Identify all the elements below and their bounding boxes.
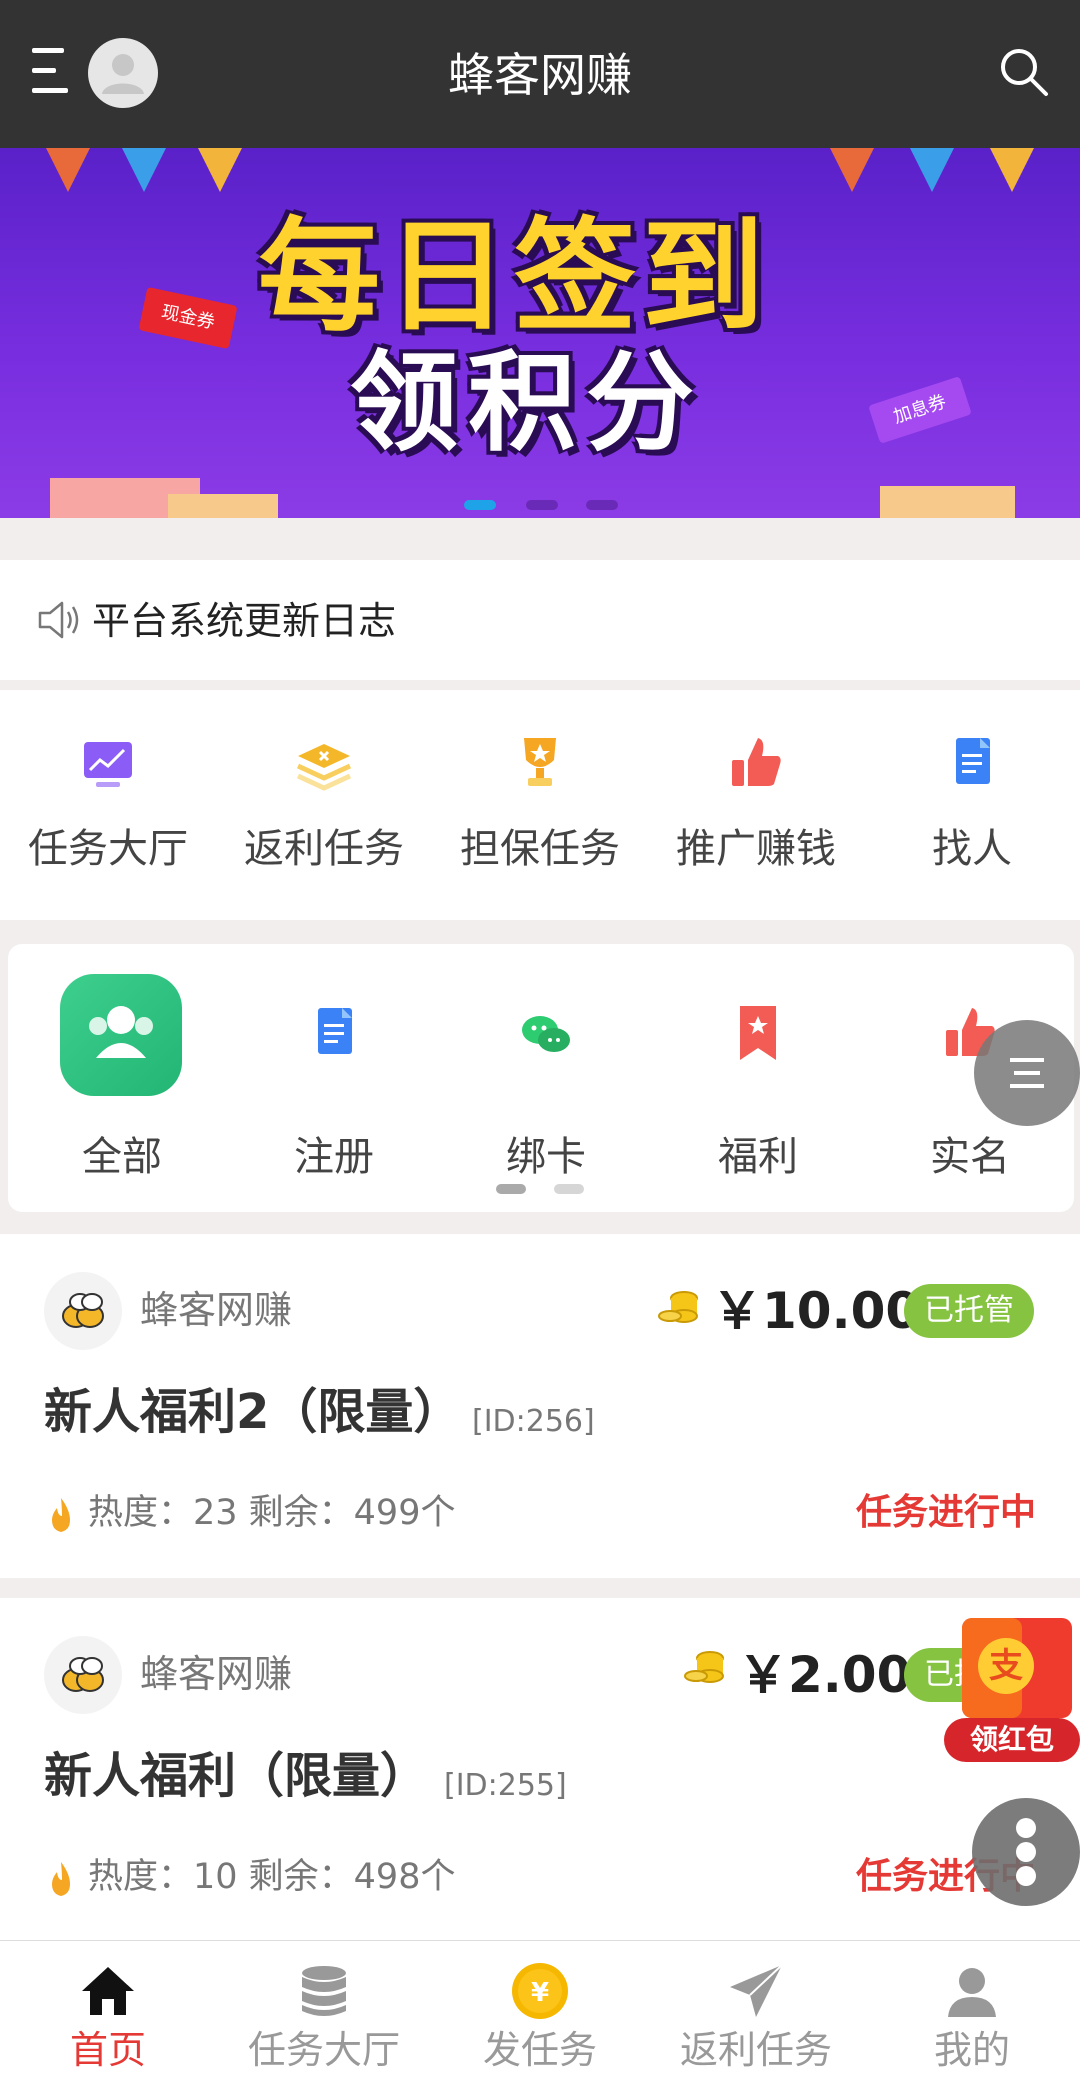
gift-box (880, 486, 1015, 518)
document-icon (300, 1000, 368, 1068)
promo-banner[interactable]: 现金券 加息券 每日签到 领积分 (0, 148, 1080, 518)
bunting-flag (122, 148, 166, 192)
quick-entry-guarantee-task[interactable]: 担保任务 (432, 730, 648, 900)
coins-icon (682, 1646, 728, 1692)
task-title: 新人福利2（限量） (44, 1384, 462, 1440)
nav-label: 首页 (69, 2028, 146, 2072)
publisher-name: 蜂客网赚 (140, 1288, 293, 1332)
nav-label: 我的 (933, 2028, 1010, 2072)
banner-subheadline: 领积分 (350, 341, 705, 466)
task-status: 任务进行中 (855, 1492, 1036, 1533)
bunting-flag (198, 148, 242, 192)
pagination-dot[interactable] (586, 500, 618, 510)
category-register[interactable]: 注册 (226, 974, 442, 1184)
nav-mine[interactable]: 我的 (864, 1941, 1080, 2086)
quick-entry-label: 推广赚钱 (676, 826, 836, 872)
category-all[interactable]: 全部 (14, 974, 230, 1184)
search-icon[interactable] (998, 46, 1050, 98)
publisher-name: 蜂客网赚 (140, 1652, 293, 1696)
users-icon (60, 974, 182, 1096)
task-id: [ID:255] (444, 1768, 567, 1803)
publisher-logo (44, 1272, 122, 1350)
document-icon (938, 730, 1006, 798)
task-id: [ID:256] (472, 1404, 595, 1439)
category-label: 福利 (718, 1134, 798, 1180)
pagination-dot[interactable] (526, 500, 558, 510)
bunting-flag (910, 148, 954, 192)
nav-label: 任务大厅 (247, 2028, 400, 2072)
category-label: 全部 (82, 1134, 162, 1180)
interest-ticket: 加息券 (868, 376, 972, 444)
quick-entry-promote-earn[interactable]: 推广赚钱 (648, 730, 864, 900)
bottom-navigation: 首页 任务大厅 ¥ 发任务 返利任务 我的 (0, 1940, 1080, 2086)
category-label: 绑卡 (506, 1134, 586, 1180)
quick-entry-label: 担保任务 (460, 826, 620, 872)
task-card[interactable]: 蜂客网赚 ￥10.00 已托管 新人福利2（限量） [ID:256] 热度：23… (0, 1234, 1080, 1578)
svg-text:¥: ¥ (531, 1978, 549, 2008)
nav-label: 发任务 (482, 2028, 597, 2072)
page-title: 蜂客网赚 (448, 48, 632, 102)
trophy-icon (506, 730, 574, 798)
pagination-dot-active[interactable] (464, 500, 496, 510)
cash-ticket: 现金券 (138, 286, 238, 350)
alipay-glyph: 支 (989, 1646, 1023, 1686)
red-packet-label: 领红包 (969, 1723, 1054, 1756)
category-bind-card[interactable]: 绑卡 (438, 974, 654, 1184)
quick-entry-label: 找人 (932, 826, 1012, 872)
floating-more-button[interactable] (972, 1798, 1080, 1906)
notice-bar[interactable]: 平台系统更新日志 (0, 560, 1080, 680)
nav-home[interactable]: 首页 (0, 1941, 216, 2086)
category-label: 实名 (930, 1134, 1010, 1180)
pagination-dot-active[interactable] (496, 1184, 526, 1194)
notice-text: 平台系统更新日志 (92, 599, 397, 643)
gift-box (168, 494, 278, 518)
task-card[interactable]: 蜂客网赚 ￥2.00 已托管 新人福利（限量） [ID:255] 热度：10 剩… (0, 1598, 1080, 1942)
chart-board-icon (74, 730, 142, 798)
escrow-badge: 已托管 (904, 1284, 1034, 1338)
yuan-coin-icon: ¥ (510, 1961, 570, 2021)
quick-entry-grid: 任务大厅 返利任务 担保任务 推广赚钱 找人 (0, 690, 1080, 920)
home-icon (78, 1961, 138, 2021)
red-packet-button[interactable]: 支 领红包 (944, 1618, 1080, 1768)
user-icon (942, 1961, 1002, 2021)
fire-icon (46, 1496, 76, 1534)
bee-icon (62, 1293, 104, 1328)
nav-label: 返利任务 (679, 2028, 832, 2072)
menu-icon (1010, 1058, 1044, 1088)
pagination-dot[interactable] (554, 1184, 584, 1194)
layers-icon (290, 730, 358, 798)
task-stats: 热度：23 剩余：499个 (88, 1493, 456, 1533)
paper-plane-icon (726, 1961, 786, 2021)
database-icon (294, 1961, 354, 2021)
quick-entry-find-people[interactable]: 找人 (864, 730, 1080, 900)
bee-icon (62, 1657, 104, 1692)
quick-entry-task-hall[interactable]: 任务大厅 (0, 730, 216, 900)
bunting-flag (990, 148, 1034, 192)
task-stats: 热度：10 剩余：498个 (88, 1857, 456, 1897)
top-bar: 蜂客网赚 (0, 0, 1080, 148)
more-vertical-icon (1016, 1818, 1036, 1886)
category-welfare[interactable]: 福利 (650, 974, 866, 1184)
task-title: 新人福利（限量） (44, 1748, 429, 1804)
floating-menu-button[interactable] (974, 1020, 1080, 1126)
quick-entry-rebate-task[interactable]: 返利任务 (216, 730, 432, 900)
task-price: ￥2.00 (738, 1646, 912, 1704)
nav-rebate-task[interactable]: 返利任务 (648, 1941, 864, 2086)
quick-entry-label: 任务大厅 (28, 826, 188, 872)
thumbs-up-icon (722, 730, 790, 798)
quick-entry-label: 返利任务 (244, 826, 404, 872)
category-grid: 全部 注册 绑卡 福利 实名 (8, 944, 1074, 1212)
nav-task-hall[interactable]: 任务大厅 (216, 1941, 432, 2086)
speaker-icon (36, 598, 84, 642)
wechat-icon (512, 1000, 580, 1068)
category-label: 注册 (294, 1134, 374, 1180)
fire-icon (46, 1860, 76, 1898)
bunting-flag (830, 148, 874, 192)
publisher-logo (44, 1636, 122, 1714)
coins-icon (656, 1286, 702, 1332)
bunting-flag (46, 148, 90, 192)
nav-publish-task[interactable]: ¥ 发任务 (432, 1941, 648, 2086)
task-price: ￥10.00 (712, 1282, 921, 1340)
ribbon-star-icon (724, 1000, 792, 1068)
